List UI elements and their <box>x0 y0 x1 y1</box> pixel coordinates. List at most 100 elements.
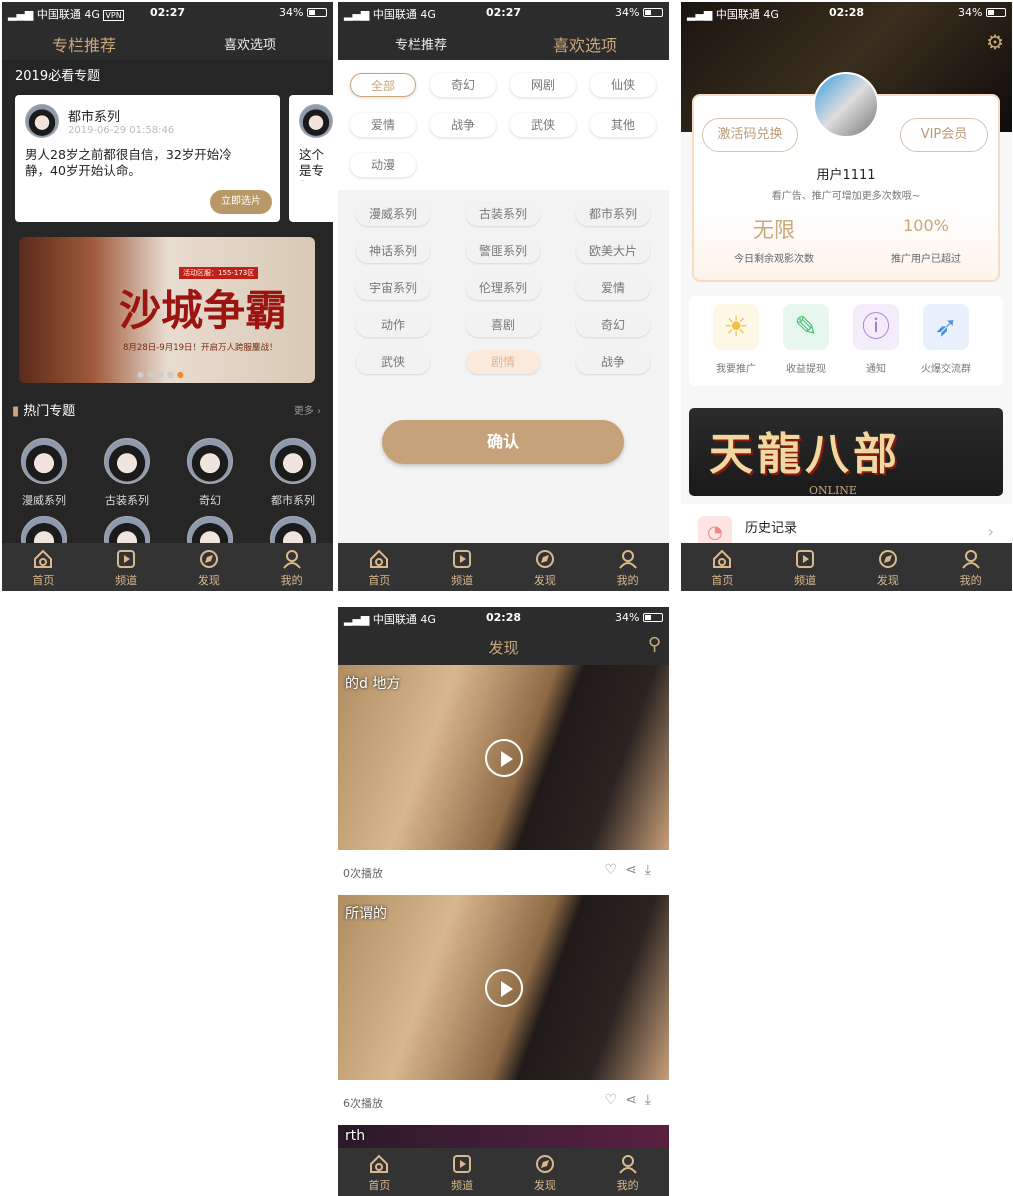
topic-avatar[interactable] <box>21 438 67 484</box>
action-grid: ☀ 我要推广 ✎ 收益提现 ⓘ 通知 ➶ 火爆交流群 <box>689 296 1003 386</box>
action-withdraw[interactable]: ✎ 收益提现 <box>773 304 839 384</box>
settings-gear-icon[interactable]: ⚙ <box>986 30 1004 54</box>
filter-chip[interactable]: 武侠 <box>510 113 576 137</box>
genre-chip[interactable]: 都市系列 <box>576 202 650 226</box>
game-banner[interactable]: 天龍八部 ONLINE <box>689 408 1003 496</box>
genre-chip[interactable]: 武侠 <box>356 350 430 374</box>
tab-column-recommend[interactable]: 专栏推荐 <box>395 34 447 53</box>
tab-mine[interactable]: 我的 <box>586 543 669 591</box>
topic-avatar[interactable] <box>104 438 150 484</box>
heart-icon[interactable]: ♡ <box>605 862 626 878</box>
promotion-percent-label: 推广用户已超过 <box>891 254 961 265</box>
genre-chip[interactable]: 古装系列 <box>466 202 540 226</box>
tab-mine[interactable]: 我的 <box>250 543 333 591</box>
genre-chip[interactable]: 漫威系列 <box>356 202 430 226</box>
filter-chip[interactable]: 奇幻 <box>430 73 496 97</box>
action-info[interactable]: ⓘ 通知 <box>843 304 909 384</box>
tab-bar: 首页 频道 发现 我的 <box>2 543 333 591</box>
tab-home[interactable]: 首页 <box>338 1148 421 1196</box>
filter-chip[interactable]: 全部 <box>350 73 416 97</box>
genre-chip[interactable]: 伦理系列 <box>466 276 540 300</box>
tab-label: 频道 <box>451 574 474 587</box>
tab-favorites[interactable]: 喜欢选项 <box>553 32 617 56</box>
tab-mine[interactable]: 我的 <box>586 1148 669 1196</box>
genre-chip[interactable]: 警匪系列 <box>466 239 540 263</box>
confirm-button[interactable]: 确认 <box>382 420 624 464</box>
topic-card-next[interactable]: 这个是专题。 <box>289 95 333 222</box>
filter-chip[interactable]: 仙侠 <box>590 73 656 97</box>
topic-card[interactable]: 都市系列 2019-06-29 01:58:46 男人28岁之前都很自信，32岁… <box>15 95 280 222</box>
select-now-button[interactable]: 立即选片 <box>210 190 272 214</box>
topic-label[interactable]: 奇幻 <box>170 492 250 508</box>
banner-logo: 天龍八部 <box>709 429 901 480</box>
video-card[interactable]: rth <box>338 1125 669 1148</box>
topic-label[interactable]: 古装系列 <box>87 492 167 508</box>
action-sun[interactable]: ☀ 我要推广 <box>703 304 769 384</box>
info-icon: ⓘ <box>853 304 899 350</box>
play-icon[interactable] <box>485 969 523 1007</box>
topic-avatar[interactable] <box>270 438 316 484</box>
screen-profile: ▂▄▆ 中国联通 4G 02:28 34% ⚙ 激活码兑换 VIP会员 用户11… <box>681 2 1012 591</box>
redeem-code-button[interactable]: 激活码兑换 <box>702 118 798 152</box>
action-rocket[interactable]: ➶ 火爆交流群 <box>913 304 979 384</box>
genre-chip[interactable]: 奇幻 <box>576 313 650 337</box>
action-label: 收益提现 <box>786 364 826 375</box>
download-icon[interactable]: ⤓ <box>645 1092 659 1108</box>
tab-column-recommend[interactable]: 专栏推荐 <box>52 32 116 56</box>
filter-chip[interactable]: 其他 <box>590 113 656 137</box>
genre-chip[interactable]: 喜剧 <box>466 313 540 337</box>
vip-button[interactable]: VIP会员 <box>900 118 988 152</box>
filter-chip[interactable]: 战争 <box>430 113 496 137</box>
profile-icon <box>282 550 301 569</box>
tab-home[interactable]: 首页 <box>338 543 421 591</box>
filter-chip[interactable]: 动漫 <box>350 153 416 177</box>
bookmark-icon: ▮ <box>12 404 20 419</box>
more-text: 更多 <box>293 406 314 417</box>
search-icon[interactable]: ⚲ <box>648 634 661 655</box>
video-card[interactable]: 所谓的 <box>338 895 669 1080</box>
genre-chip[interactable]: 动作 <box>356 313 430 337</box>
filter-chip[interactable]: 爱情 <box>350 113 416 137</box>
hot-title-text: 热门专题 <box>23 404 76 419</box>
tab-discover[interactable]: 发现 <box>847 543 930 591</box>
topic-label[interactable]: 漫威系列 <box>4 492 84 508</box>
tab-bar: 首页 频道 发现 我的 <box>681 543 1012 591</box>
share-icon[interactable]: ⋖ <box>625 1092 645 1108</box>
video-actions: ♡⋖⤓ <box>605 862 660 878</box>
tab-discover[interactable]: 发现 <box>504 543 587 591</box>
tab-channel[interactable]: 频道 <box>764 543 847 591</box>
tab-home[interactable]: 首页 <box>681 543 764 591</box>
tab-discover[interactable]: 发现 <box>504 1148 587 1196</box>
action-label: 通知 <box>866 364 886 375</box>
filter-chip[interactable]: 网剧 <box>510 73 576 97</box>
tab-channel[interactable]: 频道 <box>421 1148 504 1196</box>
share-icon[interactable]: ⋖ <box>625 862 645 878</box>
section-title: 2019必看专题 <box>15 69 101 84</box>
topic-label[interactable]: 都市系列 <box>253 492 333 508</box>
genre-chip[interactable]: 宇宙系列 <box>356 276 430 300</box>
tab-channel[interactable]: 频道 <box>85 543 168 591</box>
screen-home-topics: ▂▄▆ 中国联通 4G VPN 02:27 34% 专栏推荐 喜欢选项 2019… <box>2 2 333 591</box>
tab-mine[interactable]: 我的 <box>929 543 1012 591</box>
battery-percent: 34% <box>615 6 640 19</box>
genre-chip[interactable]: 欧美大片 <box>576 239 650 263</box>
play-icon[interactable] <box>485 739 523 777</box>
header: 发现 ⚲ <box>338 629 669 665</box>
download-icon[interactable]: ⤓ <box>645 862 659 878</box>
genre-chip[interactable]: 爱情 <box>576 276 650 300</box>
user-avatar[interactable] <box>813 72 879 138</box>
topic-avatar[interactable] <box>187 438 233 484</box>
video-card[interactable]: 的d 地方 <box>338 665 669 850</box>
battery-icon <box>643 613 663 622</box>
tab-discover[interactable]: 发现 <box>168 543 251 591</box>
carousel-dots[interactable]: ●●●●● <box>137 370 187 379</box>
more-link[interactable]: 更多 › <box>294 402 321 417</box>
tab-channel[interactable]: 频道 <box>421 543 504 591</box>
genre-chip[interactable]: 战争 <box>576 350 650 374</box>
heart-icon[interactable]: ♡ <box>605 1092 626 1108</box>
promo-banner[interactable]: 活动区服：155-173区 沙城争霸 8月28日-9月19日！开启万人跨服鏖战！… <box>19 237 315 383</box>
genre-chip[interactable]: 神话系列 <box>356 239 430 263</box>
tab-favorites[interactable]: 喜欢选项 <box>224 34 276 53</box>
genre-chip[interactable]: 剧情 <box>466 350 540 374</box>
tab-home[interactable]: 首页 <box>2 543 85 591</box>
